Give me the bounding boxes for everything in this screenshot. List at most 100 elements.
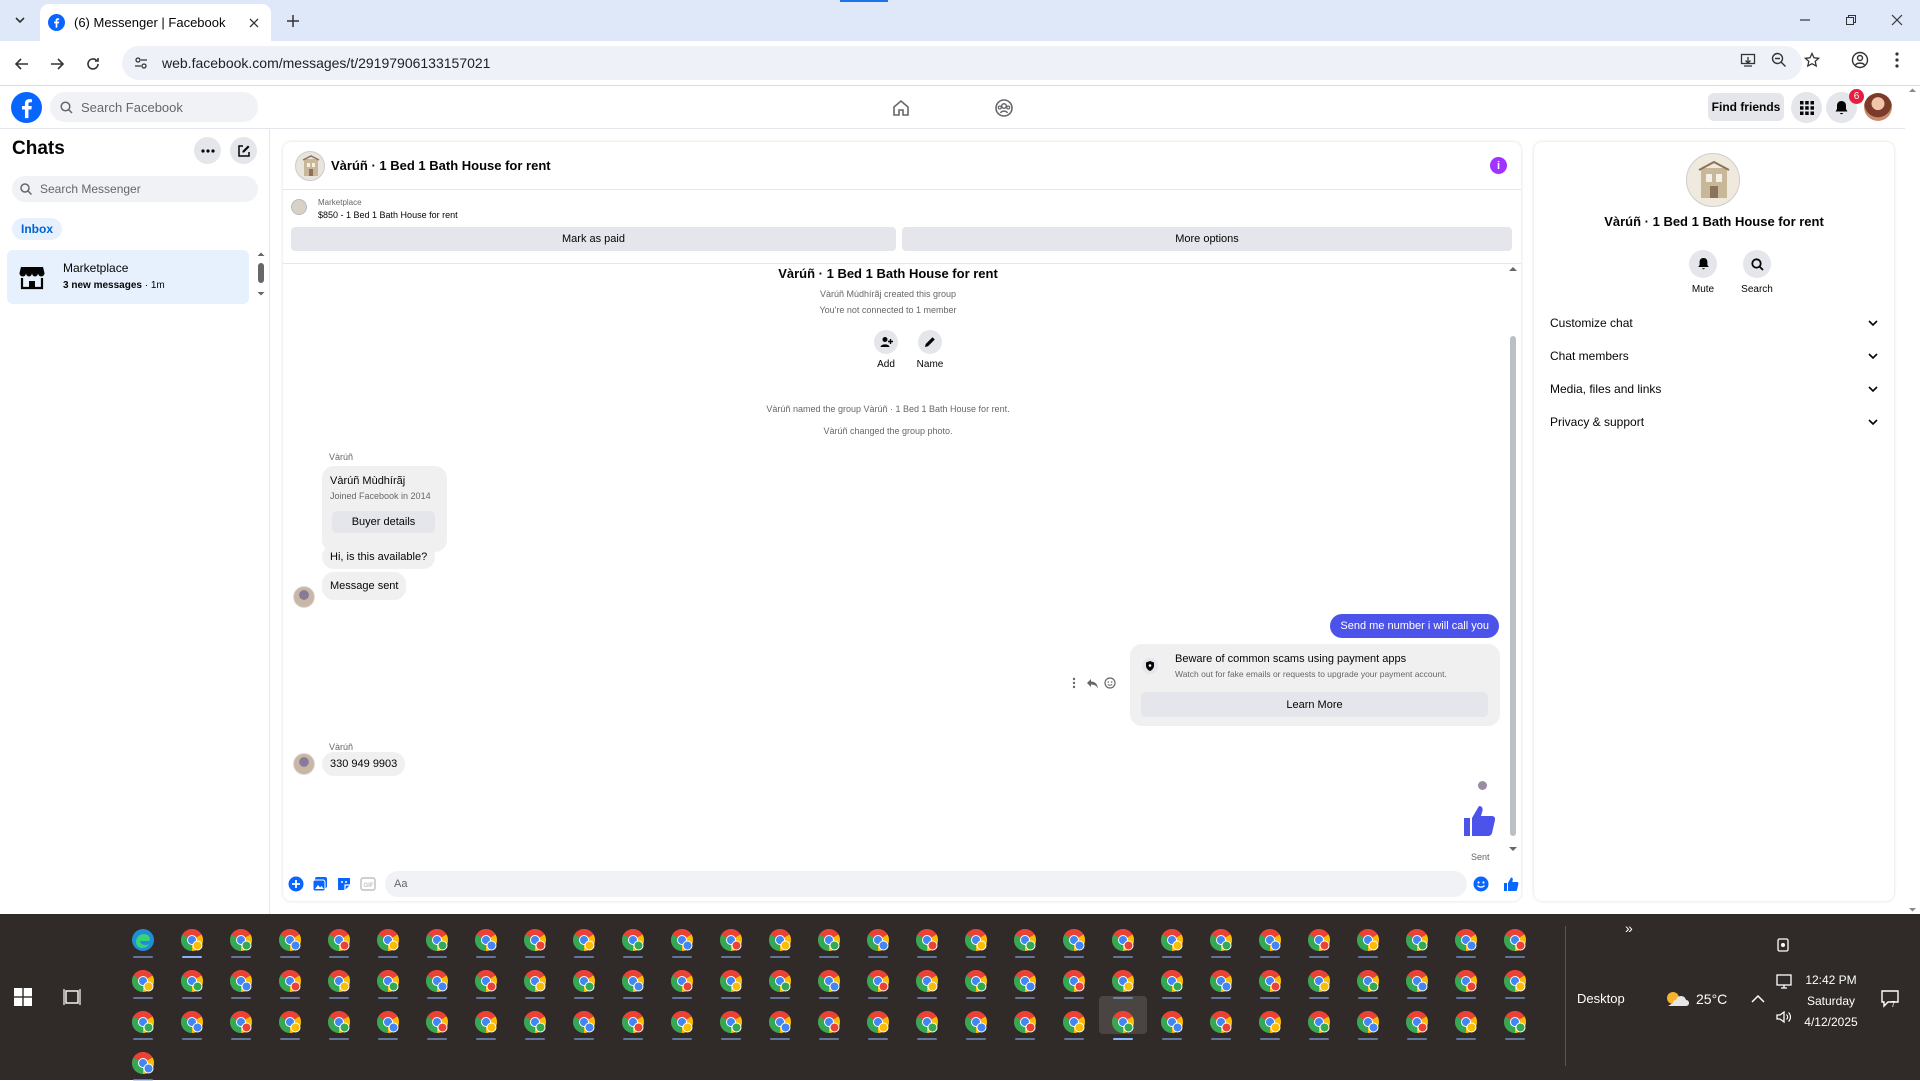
thread-title[interactable]: Vàrúñ · 1 Bed 1 Bath House for rent xyxy=(331,158,551,173)
chrome-profile-taskbar-icon[interactable] xyxy=(1305,967,1333,999)
home-nav-icon[interactable] xyxy=(888,95,914,121)
zoom-icon[interactable] xyxy=(1768,49,1790,71)
thread-scrollbar[interactable] xyxy=(1507,264,1519,854)
message-bubble[interactable]: 330 949 9903 xyxy=(322,752,406,776)
new-message-icon[interactable] xyxy=(230,137,257,164)
meet-now-icon[interactable] xyxy=(1775,972,1793,990)
message-more-icon[interactable] xyxy=(1067,676,1081,690)
chrome-profile-taskbar-icon[interactable] xyxy=(1452,967,1480,999)
chrome-profile-taskbar-icon[interactable] xyxy=(570,926,598,958)
message-bubble[interactable]: Hi, is this available? xyxy=(322,545,436,569)
thread-scrollbar-thumb[interactable] xyxy=(1510,336,1516,836)
chrome-profile-taskbar-icon[interactable] xyxy=(1011,1008,1039,1040)
chrome-profile-taskbar-icon[interactable] xyxy=(1109,967,1137,999)
chrome-profile-taskbar-icon[interactable] xyxy=(374,926,402,958)
chrome-profile-taskbar-icon[interactable] xyxy=(1158,1008,1186,1040)
mark-as-paid-button[interactable]: Mark as paid xyxy=(291,227,896,251)
chrome-profile-taskbar-icon[interactable] xyxy=(1256,926,1284,958)
chrome-profile-taskbar-icon[interactable] xyxy=(668,967,696,999)
chrome-profile-taskbar-icon[interactable] xyxy=(1354,1008,1382,1040)
send-like-icon[interactable] xyxy=(1503,876,1519,892)
chat-options-icon[interactable] xyxy=(194,137,221,164)
task-view-icon[interactable] xyxy=(63,988,81,1006)
chrome-profile-taskbar-icon[interactable] xyxy=(864,1008,892,1040)
chrome-profile-taskbar-icon[interactable] xyxy=(1207,1008,1235,1040)
back-button[interactable] xyxy=(9,51,35,77)
chrome-profile-taskbar-icon[interactable] xyxy=(1501,926,1529,958)
chrome-profile-taskbar-icon[interactable] xyxy=(521,967,549,999)
add-member-action[interactable]: Add xyxy=(866,330,906,370)
chrome-profile-taskbar-icon[interactable] xyxy=(423,926,451,958)
edge-browser-taskbar-icon[interactable] xyxy=(129,926,157,958)
chrome-profile-taskbar-icon[interactable] xyxy=(766,1008,794,1040)
chrome-profile-taskbar-icon[interactable] xyxy=(374,967,402,999)
chrome-profile-taskbar-icon[interactable] xyxy=(1011,926,1039,958)
chrome-profile-taskbar-icon[interactable] xyxy=(1256,1008,1284,1040)
chrome-profile-taskbar-icon[interactable] xyxy=(472,1008,500,1040)
volume-icon[interactable] xyxy=(1775,1008,1793,1026)
site-info-icon[interactable] xyxy=(134,56,148,70)
name-group-action[interactable]: Name xyxy=(910,330,950,370)
gif-icon[interactable]: GIF xyxy=(360,876,376,892)
install-app-icon[interactable] xyxy=(1737,49,1759,71)
chrome-profile-taskbar-icon[interactable] xyxy=(1060,967,1088,999)
close-window-button[interactable] xyxy=(1882,8,1912,32)
group-avatar[interactable] xyxy=(295,151,325,181)
chrome-profile-taskbar-icon[interactable] xyxy=(1109,926,1137,958)
chrome-profile-taskbar-icon[interactable] xyxy=(1403,1008,1431,1040)
chrome-profile-taskbar-icon[interactable] xyxy=(276,967,304,999)
browser-menu-icon[interactable] xyxy=(1886,49,1908,71)
chrome-profile-taskbar-icon[interactable] xyxy=(962,1008,990,1040)
desktop-toolbar-label[interactable]: Desktop xyxy=(1577,991,1625,1006)
chrome-profile-taskbar-icon[interactable] xyxy=(276,1008,304,1040)
chrome-profile-taskbar-icon[interactable] xyxy=(619,1008,647,1040)
reload-button[interactable] xyxy=(80,51,106,77)
learn-more-button[interactable]: Learn More xyxy=(1141,692,1488,717)
chrome-profile-taskbar-icon[interactable] xyxy=(717,967,745,999)
taskbar-overflow-icon[interactable]: » xyxy=(1625,920,1633,936)
chrome-profile-taskbar-icon[interactable] xyxy=(864,967,892,999)
reply-icon[interactable] xyxy=(1085,676,1099,690)
chrome-profile-taskbar-icon[interactable] xyxy=(178,1008,206,1040)
message-input[interactable]: Aa xyxy=(385,871,1467,897)
chrome-profile-taskbar-icon[interactable] xyxy=(619,926,647,958)
chrome-profile-taskbar-icon[interactable] xyxy=(129,967,157,999)
chrome-profile-taskbar-icon[interactable] xyxy=(1109,1008,1137,1040)
facebook-search-input[interactable]: Search Facebook xyxy=(50,92,258,122)
chat-members-row[interactable]: Chat members xyxy=(1544,341,1884,371)
messenger-search-input[interactable]: Search Messenger xyxy=(12,176,258,202)
browser-tab[interactable]: (6) Messenger | Facebook xyxy=(40,4,271,41)
forward-button[interactable] xyxy=(44,51,70,77)
taskbar-pin-icon[interactable] xyxy=(1774,936,1792,954)
chrome-profile-taskbar-icon[interactable] xyxy=(521,926,549,958)
chrome-profile-taskbar-icon[interactable] xyxy=(1011,967,1039,999)
weather-sun-icon[interactable] xyxy=(1664,988,1690,1012)
chrome-profile-taskbar-icon[interactable] xyxy=(178,967,206,999)
groups-nav-icon[interactable] xyxy=(991,95,1017,121)
address-bar[interactable]: web.facebook.com/messages/t/291979061331… xyxy=(122,46,1802,80)
chrome-profile-taskbar-icon[interactable] xyxy=(423,1008,451,1040)
sender-avatar[interactable] xyxy=(293,753,315,775)
chrome-profile-taskbar-icon[interactable] xyxy=(668,1008,696,1040)
minimize-button[interactable] xyxy=(1790,8,1820,32)
system-clock[interactable]: 12:42 PM Saturday 4/12/2025 xyxy=(1795,970,1867,1033)
chrome-profile-taskbar-icon[interactable] xyxy=(374,1008,402,1040)
chrome-profile-taskbar-icon[interactable] xyxy=(178,926,206,958)
chrome-profile-taskbar-icon[interactable] xyxy=(227,967,255,999)
attach-photo-icon[interactable] xyxy=(312,876,328,892)
privacy-support-row[interactable]: Privacy & support xyxy=(1544,407,1884,437)
chrome-profile-taskbar-icon[interactable] xyxy=(1207,926,1235,958)
chrome-profile-taskbar-icon[interactable] xyxy=(1305,926,1333,958)
chrome-profile-taskbar-icon[interactable] xyxy=(570,967,598,999)
chrome-profile-taskbar-icon[interactable] xyxy=(1501,967,1529,999)
more-actions-plus-icon[interactable] xyxy=(288,876,304,892)
chrome-profile-taskbar-icon[interactable] xyxy=(1354,967,1382,999)
chrome-profile-taskbar-icon[interactable] xyxy=(1501,1008,1529,1040)
chrome-profile-taskbar-icon[interactable] xyxy=(913,926,941,958)
media-files-links-row[interactable]: Media, files and links xyxy=(1544,374,1884,404)
profile-icon[interactable] xyxy=(1849,49,1871,71)
chrome-profile-taskbar-icon[interactable] xyxy=(766,967,794,999)
chrome-profile-taskbar-icon[interactable] xyxy=(129,1008,157,1040)
tab-search-button[interactable] xyxy=(8,8,32,32)
new-tab-button[interactable] xyxy=(282,10,304,32)
